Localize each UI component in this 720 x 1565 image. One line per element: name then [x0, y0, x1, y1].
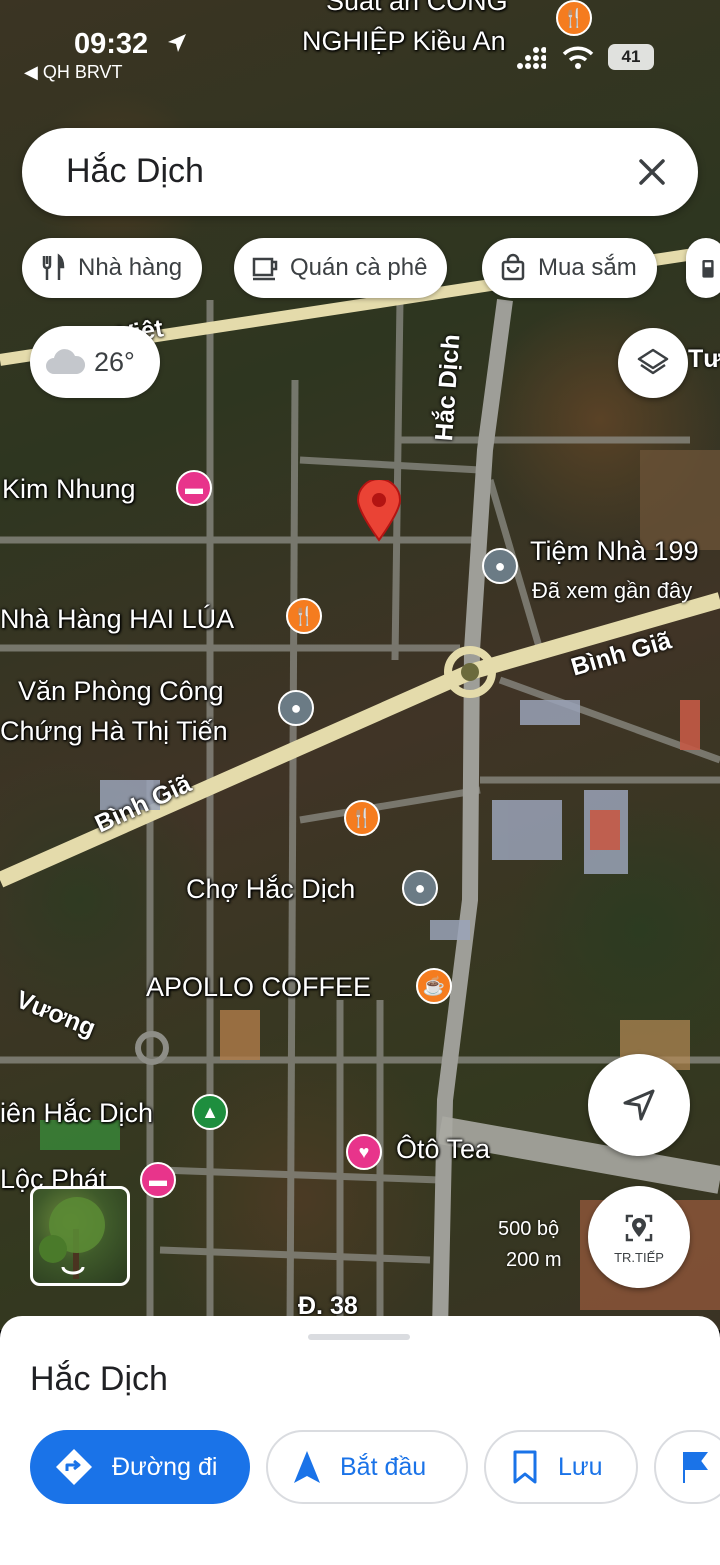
restaurant-pin-icon[interactable]: 🍴 [286, 598, 322, 634]
place-label-kim-nhung[interactable]: Kim Nhung [2, 474, 136, 505]
coffee-pin-icon[interactable]: ☕ [416, 968, 452, 1004]
my-location-button[interactable] [588, 1054, 690, 1156]
park-pin-icon[interactable]: ▲ [192, 1094, 228, 1130]
save-label: Lưu [558, 1452, 603, 1481]
signal-icon [517, 47, 546, 69]
shopping-bag-icon [501, 253, 525, 281]
chip-coffee[interactable]: Quán cà phê [234, 238, 448, 298]
map-scale: 500 bộ 200 m [446, 1218, 562, 1272]
next-button-label: TR.TIẾP [614, 1249, 664, 1265]
save-button[interactable]: Lưu [484, 1430, 638, 1504]
search-query[interactable]: Hắc Dịch [66, 152, 204, 191]
next-button[interactable]: TR.TIẾP [588, 1186, 690, 1288]
battery-indicator: 41 [608, 44, 654, 70]
status-bar: 09:32 ◀ QH BRVT 41 [0, 0, 720, 90]
place-pin-icon[interactable]: ● [402, 870, 438, 906]
chip-shopping[interactable]: Mua sắm [482, 238, 657, 298]
place-label-tiem-nha[interactable]: Tiệm Nhà 199 [530, 536, 699, 567]
chip-coffee-label: Quán cà phê [290, 254, 428, 281]
place-label-cho-hac-dich[interactable]: Chợ Hắc Dịch [186, 874, 355, 905]
navigation-arrow-icon [294, 1451, 320, 1483]
selected-location-pin-icon[interactable] [356, 480, 402, 542]
directions-icon [56, 1449, 92, 1485]
sheet-drag-handle[interactable] [308, 1334, 410, 1340]
chip-shopping-label: Mua sắm [538, 254, 637, 281]
place-title: Hắc Dịch [30, 1360, 168, 1398]
chip-more[interactable] [686, 238, 720, 298]
place-label-apollo-coffee[interactable]: APOLLO COFFEE [146, 972, 371, 1003]
tree-photo-icon [39, 1197, 105, 1279]
coffee-cup-icon [252, 257, 278, 281]
start-button[interactable]: Bắt đầu [266, 1430, 468, 1504]
place-pin-icon[interactable]: ● [482, 548, 518, 584]
close-icon[interactable] [628, 148, 676, 196]
scale-feet: 500 bộ [498, 1218, 560, 1240]
favorite-heart-pin-icon[interactable]: ♥ [346, 1134, 382, 1170]
chip-restaurants[interactable]: Nhà hàng [22, 238, 203, 298]
road-label-tu: Tư [688, 345, 720, 373]
fork-knife-icon [42, 253, 65, 280]
directions-label: Đường đi [112, 1452, 218, 1481]
wifi-icon [562, 46, 594, 69]
status-time: 09:32 [74, 28, 149, 60]
flag-button[interactable] [654, 1430, 720, 1504]
place-label-hai-lua[interactable]: Nhà Hàng HAI LÚA [0, 604, 234, 635]
hotel-pin-icon[interactable]: ▬ [140, 1162, 176, 1198]
place-pin-icon[interactable]: ● [278, 690, 314, 726]
directions-button[interactable]: Đường đi [30, 1430, 250, 1504]
restaurant-pin-icon[interactable]: 🍴 [344, 800, 380, 836]
search-bar[interactable]: Hắc Dịch [22, 128, 698, 216]
location-arrow-icon [168, 34, 186, 52]
status-carrier: ◀ QH BRVT [24, 62, 123, 82]
hotel-pin-icon[interactable]: ▬ [176, 470, 212, 506]
place-label-van-phong-line1[interactable]: Văn Phòng Công [18, 676, 224, 707]
cloud-icon [46, 349, 86, 374]
scale-meters: 200 m [506, 1249, 562, 1271]
place-label-oto-tea[interactable]: Ôtô Tea [396, 1134, 490, 1165]
place-label-park[interactable]: iên Hắc Dịch [0, 1098, 153, 1129]
street-view-thumbnail[interactable] [30, 1186, 130, 1286]
flag-icon [683, 1452, 708, 1483]
layers-icon [637, 348, 669, 375]
chip-restaurants-label: Nhà hàng [78, 254, 183, 281]
place-sublabel-recently-viewed: Đã xem gần đây [532, 578, 693, 603]
start-label: Bắt đầu [340, 1452, 427, 1481]
place-bottom-sheet[interactable]: Hắc Dịch Đường đi Bắt đầu Lưu [0, 1316, 720, 1565]
explore-pin-icon [625, 1214, 653, 1241]
weather-temperature: 26° [94, 346, 135, 377]
location-arrow-outline-icon [623, 1089, 655, 1121]
bookmark-icon [513, 1450, 537, 1484]
weather-badge[interactable]: 26° [30, 326, 160, 398]
place-label-van-phong-line2[interactable]: Chứng Hà Thị Tiến [0, 716, 228, 747]
layers-button[interactable] [618, 328, 688, 398]
gas-station-icon [702, 260, 714, 278]
